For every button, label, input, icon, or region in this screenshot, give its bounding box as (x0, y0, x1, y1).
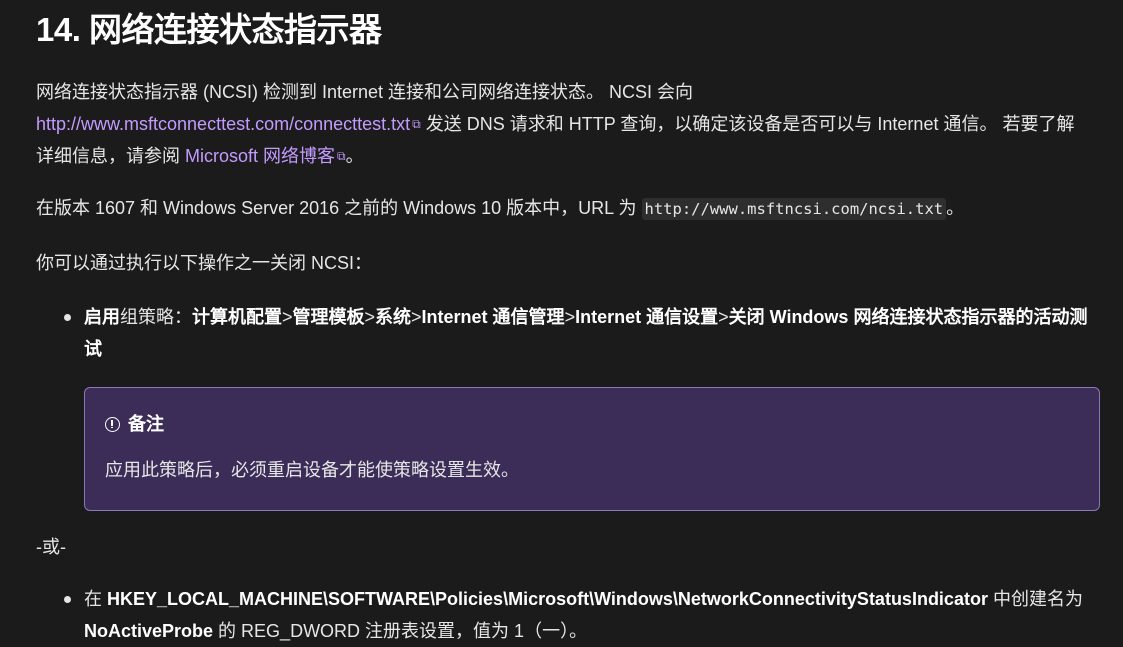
option-list-1: 启用组策略：计算机配置>管理模板>系统>Internet 通信管理>Intern… (36, 301, 1087, 365)
note-title: 备注 (105, 406, 1079, 442)
note-body: 应用此策略后，必须重启设备才能使策略设置生效。 (105, 460, 519, 480)
or-separator: -或- (36, 537, 66, 557)
article: 14. 网络连接状态指示器 网络连接状态指示器 (NCSI) 检测到 Inter… (0, 0, 1100, 647)
bullet-icon (64, 314, 71, 321)
list-item-group-policy: 启用组策略：计算机配置>管理模板>系统>Internet 通信管理>Intern… (36, 301, 1101, 365)
bullet-icon (64, 596, 71, 603)
ncsi-description: 网络连接状态指示器 (NCSI) 检测到 Internet 连接和公司网络连接状… (36, 82, 1075, 166)
connecttest-link[interactable]: http://www.msftconnecttest.com/connectte… (36, 114, 410, 134)
legacy-url-note: 在版本 1607 和 Windows Server 2016 之前的 Windo… (36, 198, 965, 220)
list-item-registry: 在 HKEY_LOCAL_MACHINE\SOFTWARE\Policies\M… (36, 583, 1101, 647)
external-link-icon: ⧉ (337, 149, 346, 163)
info-icon (105, 416, 120, 432)
disable-intro: 你可以通过执行以下操作之一关闭 NCSI： (36, 253, 373, 273)
note-callout: 备注 应用此策略后，必须重启设备才能使策略设置生效。 (84, 387, 1100, 511)
external-link-icon: ⧉ (412, 117, 421, 131)
microsoft-network-blog-link[interactable]: Microsoft 网络博客 (185, 146, 335, 166)
option-list-2: 在 HKEY_LOCAL_MACHINE\SOFTWARE\Policies\M… (36, 583, 1087, 647)
page-title: 14. 网络连接状态指示器 (36, 11, 382, 48)
legacy-url-code: http://www.msftncsi.com/ncsi.txt (641, 198, 947, 220)
